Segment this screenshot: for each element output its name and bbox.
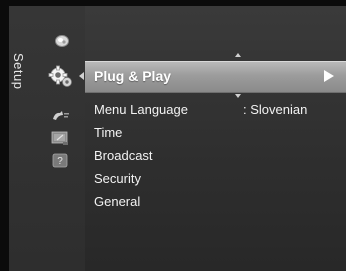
category-column: Setup ? (9, 6, 85, 271)
menu-item-security[interactable]: Security (94, 171, 141, 186)
input-icon[interactable] (49, 107, 71, 125)
menu-panel: Setup ? Plug & Play Menu Language: Slov… (9, 6, 346, 271)
setup-gear-icon[interactable] (47, 65, 75, 89)
setup-menu: Plug & Play Menu Language : Slovenian Ti… (79, 6, 346, 271)
menu-item-broadcast[interactable]: Broadcast (94, 148, 153, 163)
menu-item-label: Plug & Play (94, 68, 172, 84)
scroll-down-arrow-icon (235, 94, 241, 98)
menu-item-time[interactable]: Time (94, 125, 122, 140)
menu-item-general[interactable]: General (94, 194, 140, 209)
chevron-right-icon (324, 70, 334, 82)
application-icon[interactable] (49, 129, 71, 147)
menu-language-value: : Slovenian (243, 102, 308, 117)
picture-icon[interactable] (51, 32, 73, 50)
menu-item-menu-language[interactable]: Menu Language (94, 102, 188, 117)
selection-caret-icon (79, 72, 84, 80)
tv-setup-screen: Setup ? Plug & Play Menu Language: Slov… (0, 0, 346, 271)
section-label: Setup (11, 53, 26, 90)
menu-item-plug-and-play[interactable]: Plug & Play (79, 61, 346, 93)
support-icon[interactable]: ? (49, 152, 71, 170)
scroll-up-arrow-icon (235, 53, 241, 57)
svg-text:?: ? (57, 156, 63, 167)
